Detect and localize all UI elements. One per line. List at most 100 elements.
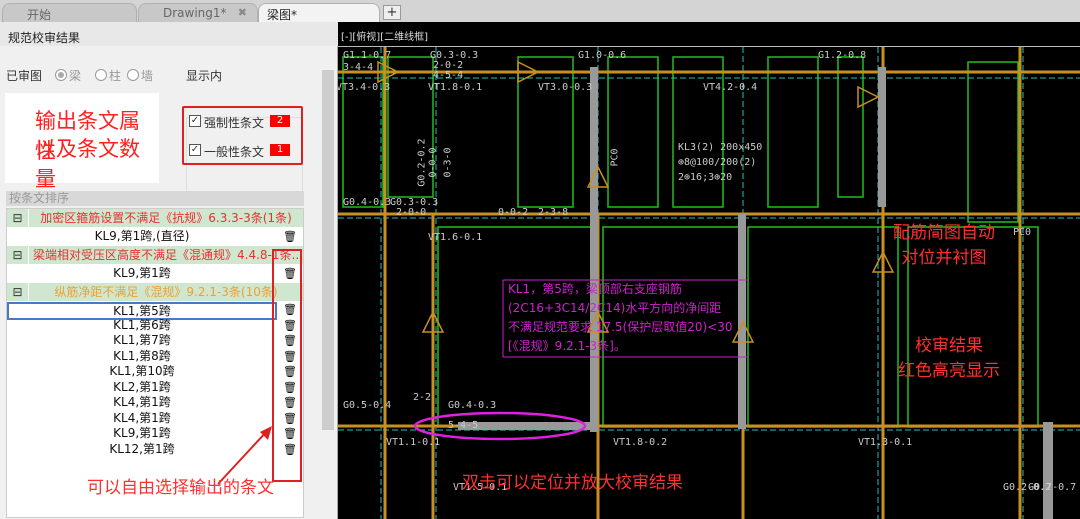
item-label: KL2,第1跨 (113, 379, 171, 394)
scrollbar[interactable] (320, 52, 336, 519)
result-item[interactable]: KL9,第1跨,(直径) 🗑 (7, 227, 303, 246)
count-badge: 2 (270, 115, 290, 127)
cad-label: 0-0-0 (427, 147, 439, 178)
cad-label: PC0 (609, 148, 621, 167)
item-label: KL1,第10跨 (109, 364, 175, 378)
cad-label: VT3.0-0.3 (538, 82, 593, 93)
cad-label: G0.2-0.2 (416, 138, 428, 187)
callout-text: 以及条文数量 (35, 137, 140, 191)
group-row[interactable]: ⊟ 加密区箍筋设置不满足《抗规》6.3.3-3条(1条) (7, 209, 303, 227)
cad-label: 4-5-4 (433, 70, 464, 81)
message-line: (2C16+3C14/2C14)水平方向的净间距 (508, 301, 722, 315)
cad-label: 2⊕16;3⊕20 (678, 172, 733, 183)
message-line: KL1，第5跨，梁顶部右支座钢筋 (508, 282, 682, 296)
callout-red: 校审结果红色高亮显示 (898, 334, 1000, 384)
cad-label: KL3(2) 200x450 (678, 142, 763, 153)
radio-label: 梁 (69, 69, 82, 83)
cad-label: VT1.1-0.1 (386, 437, 441, 448)
cad-label: 2-3-8 (538, 207, 569, 218)
radio-label: 墙 (141, 69, 154, 83)
show-content-label: 显示内 (186, 69, 223, 83)
cad-label: PC0 (1013, 227, 1032, 238)
review-results-panel: 规范校审结果 已审图 梁 柱 墙 显示内 输出条文属性 以及条文数量 ✓ 强制性… (0, 22, 338, 519)
cad-label: 2-2 (413, 392, 432, 403)
cad-label: VT1.6-0.1 (428, 232, 483, 243)
callout-auto: 配筋简图自动 对位并衬图 (893, 221, 995, 271)
callout-text: 红色高亮显示 (898, 361, 1000, 381)
cad-label: G0.4-0.3 (448, 400, 497, 411)
result-item[interactable]: KL1,第6跨 🗑 (7, 318, 303, 334)
group-row[interactable]: ⊟ 纵筋净距不满足《混规》9.2.1-3条(10条) (7, 283, 303, 301)
result-item[interactable]: KL9,第1跨 🗑 (7, 264, 303, 283)
result-item[interactable]: KL1,第5跨 🗑 (7, 302, 303, 320)
message-line: 不满足规范要求 17.5(保护层取值20)<30 (508, 320, 733, 334)
group-row[interactable]: ⊟ 梁端相对受压区高度不满足《混通规》4.4.8-1条... (7, 246, 303, 264)
tab-bar: 开始 Drawing1* ✖ 梁图* + (0, 0, 1080, 22)
callout-text: 对位并衬图 (901, 248, 987, 268)
panel-title: 规范校审结果 (0, 22, 338, 46)
general-checkbox[interactable]: ✓ (189, 144, 201, 156)
result-item[interactable]: KL1,第8跨 🗑 (7, 349, 303, 365)
item-label: KL1,第6跨 (113, 317, 171, 332)
item-label: KL9,第1跨 (113, 266, 171, 280)
tab-label: 梁图* (267, 8, 298, 22)
cad-label: VT4.2-0.4 (703, 82, 758, 93)
cad-label: G0.5-0.4 (343, 400, 392, 411)
radio-label: 柱 (109, 69, 122, 83)
cad-label: G0.4-0.3 (343, 197, 392, 208)
cad-label: 0-3-0 (442, 147, 454, 178)
scrollbar-thumb[interactable] (322, 70, 334, 430)
tab-beam-drawing[interactable]: 梁图* (258, 3, 380, 22)
collapse-icon[interactable]: ⊟ (7, 283, 29, 301)
callout-select: 可以自由选择输出的条文 (87, 478, 274, 498)
cad-label: VT3.4-0.3 (338, 82, 391, 93)
cad-label: G0.7-0.7 (1028, 482, 1077, 493)
item-label: KL9,第1跨,(直径) (94, 229, 190, 243)
tab-drawing1[interactable]: Drawing1* ✖ (138, 3, 258, 22)
reviewed-label: 已审图 (6, 69, 43, 83)
group-title: 加密区箍筋设置不满足《抗规》6.3.3-3条(1条) (40, 211, 292, 225)
radio-beam[interactable] (55, 69, 67, 81)
radio-wall[interactable] (127, 69, 139, 81)
cad-label: VT1.8-0.2 (613, 437, 668, 448)
result-item[interactable]: KL1,第7跨 🗑 (7, 333, 303, 349)
close-icon[interactable]: ✖ (238, 6, 247, 19)
cad-label: G1.1-0.7 (343, 50, 392, 61)
collapse-icon[interactable]: ⊟ (7, 246, 29, 264)
tab-start[interactable]: 开始 (2, 3, 137, 22)
checkbox-label: 一般性条文 (204, 145, 265, 159)
cad-canvas[interactable]: [-][俯视][二维线框] G1.1-0.7 G0.3-0.3 2-0-2 4-5-4… (338, 22, 1080, 519)
view-label[interactable]: [-][俯视][二维线框] (341, 32, 428, 43)
cad-label: G1.0-0.6 (578, 50, 627, 61)
group-title: 梁端相对受压区高度不满足《混通规》4.4.8-1条... (33, 248, 299, 262)
cad-label: VT1.8-0.1 (428, 82, 483, 93)
callout-dblclick: 双击可以定位并放大校审结果 (462, 473, 683, 493)
cad-label: 3-4-4 (343, 62, 374, 73)
callout-box: 输出条文属性 以及条文数量 (5, 93, 159, 191)
collapse-icon[interactable]: ⊟ (7, 209, 29, 227)
item-label: KL1,第8跨 (113, 348, 171, 363)
cad-label: ⊕8@100/200(2) (678, 157, 757, 168)
callout-text: 配筋简图自动 (893, 223, 995, 243)
item-label: KL1,第7跨 (113, 333, 171, 347)
cad-label: 5-4-5 (448, 420, 479, 431)
viewport-header: [-][俯视][二维线框] (338, 22, 1080, 47)
result-item[interactable]: KL1,第10跨 🗑 (7, 364, 303, 380)
tab-label: 开始 (27, 8, 52, 22)
cad-label: G1.2-0.8 (818, 50, 867, 61)
sort-dropdown[interactable]: 按条文排序 (6, 191, 304, 206)
callout-text: 校审结果 (915, 336, 983, 356)
new-tab-button[interactable]: + (383, 5, 401, 20)
cad-label: VT1.3-0.1 (858, 437, 913, 448)
result-item[interactable]: KL2,第1跨 🗑 (7, 380, 303, 396)
review-message[interactable]: KL1，第5跨，梁顶部右支座钢筋 (2C16+3C14/2C14)水平方向的净间… (508, 280, 733, 356)
checkbox-label: 强制性条文 (204, 116, 265, 130)
trash-icon[interactable]: 🗑 (282, 227, 298, 246)
mandatory-checkbox[interactable]: ✓ (189, 115, 201, 127)
count-badge: 1 (270, 144, 290, 156)
group-title: 纵筋净距不满足《混规》9.2.1-3条(10条) (54, 285, 278, 299)
item-label: KL4,第1跨 (113, 395, 171, 409)
radio-column[interactable] (95, 69, 107, 81)
result-item[interactable]: KL4,第1跨 🗑 (7, 395, 303, 411)
message-line: [《混规》9.2.1-3条]。 (508, 339, 626, 353)
